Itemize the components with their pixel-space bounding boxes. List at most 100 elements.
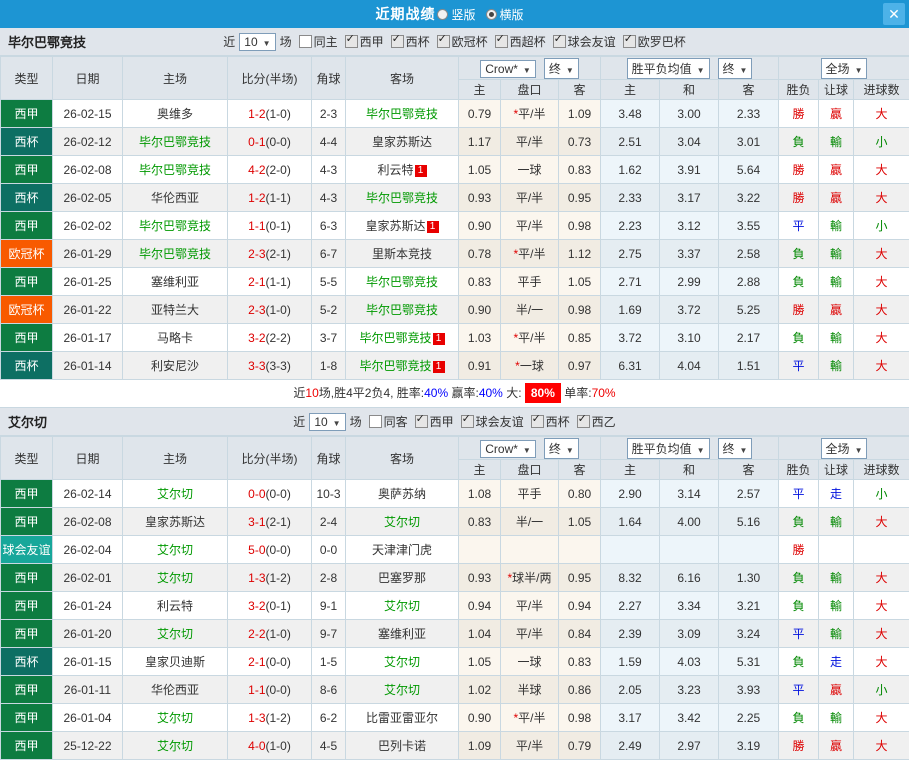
league-checkbox-3[interactable] (577, 415, 590, 428)
bookmaker-final-select[interactable]: 终▼ (544, 58, 579, 79)
team-label: 毕尔巴鄂竞技 (139, 135, 211, 149)
column-subheader: 胜负 (779, 80, 819, 100)
same-venue-checkbox[interactable] (299, 35, 312, 48)
half-score: (1-0) (266, 627, 291, 641)
avg-away-odds: 2.88 (719, 268, 779, 296)
odds-away: 0.97 (559, 352, 601, 380)
odds-home: 1.05 (459, 648, 501, 676)
away-team: 艾尔切 (346, 508, 459, 536)
match-row: 西甲26-01-25塞维利亚2-1(1-1)5-5毕尔巴鄂竞技0.83平手1.0… (1, 268, 909, 296)
avg-away-odds: 5.16 (719, 508, 779, 536)
handicap-outcome: 輸 (819, 240, 854, 268)
dropdown-arrow-icon: ▼ (263, 39, 271, 48)
odds-away: 0.79 (559, 732, 601, 760)
league-checkbox-2[interactable] (531, 415, 544, 428)
match-date: 26-02-12 (53, 128, 123, 156)
radio-icon (486, 9, 497, 20)
league-checkbox-4[interactable] (553, 35, 566, 48)
column-header: 类型 (1, 57, 53, 100)
scope-header-group: 全场▼ (779, 57, 909, 80)
avg-home-odds: 2.39 (601, 620, 660, 648)
full-score: 1-3 (248, 571, 265, 585)
average-select[interactable]: 胜平负均值▼ (627, 58, 710, 79)
team-sections: 毕尔巴鄂竞技近10▼场同主西甲西杯欧冠杯西超杯球会友谊欧罗巴杯类型日期主场比分(… (0, 28, 909, 760)
close-button[interactable]: ✕ (883, 3, 905, 25)
corner-count: 10-3 (312, 480, 346, 508)
handicap: 平/半 (501, 128, 559, 156)
match-row: 西杯26-02-05华伦西亚1-2(1-1)4-3毕尔巴鄂竞技0.93平/半0.… (1, 184, 909, 212)
goals-outcome: 大 (854, 704, 909, 732)
dropdown-arrow-icon: ▼ (740, 66, 748, 75)
dropdown-arrow-icon: ▼ (333, 419, 341, 428)
home-team: 艾尔切 (123, 732, 228, 760)
odds-home: 0.93 (459, 564, 501, 592)
dropdown-arrow-icon: ▼ (697, 66, 705, 75)
league-checkbox-1[interactable] (391, 35, 404, 48)
avg-home-odds: 6.31 (601, 352, 660, 380)
match-row: 西甲25-12-22艾尔切4-0(1-0)4-5巴列卡诺1.09平/半0.792… (1, 732, 909, 760)
avg-draw-odds: 4.04 (660, 352, 719, 380)
team-label: 亚特兰大 (151, 303, 199, 317)
radio-label: 竖版 (451, 6, 475, 23)
scope-select[interactable]: 全场▼ (821, 438, 868, 459)
avg-home-odds: 1.64 (601, 508, 660, 536)
match-count-select[interactable]: 10▼ (239, 33, 275, 51)
league-checkbox-5[interactable] (623, 35, 636, 48)
average-select[interactable]: 胜平负均值▼ (627, 438, 710, 459)
match-score: 3-2(2-2) (228, 324, 312, 352)
goals-outcome: 大 (854, 100, 909, 128)
column-header: 主场 (123, 437, 228, 480)
goals-outcome: 大 (854, 592, 909, 620)
avg-draw-odds (660, 536, 719, 564)
league-checkbox-0[interactable] (415, 415, 428, 428)
league-checkbox-3[interactable] (495, 35, 508, 48)
match-count-select[interactable]: 10▼ (309, 413, 345, 431)
league-checkbox-1[interactable] (461, 415, 474, 428)
odds-home: 0.83 (459, 268, 501, 296)
league-checkbox-0[interactable] (345, 35, 358, 48)
avg-home-odds: 3.17 (601, 704, 660, 732)
corner-count: 1-5 (312, 648, 346, 676)
odds-away: 0.83 (559, 648, 601, 676)
column-subheader: 主 (601, 460, 660, 480)
handicap-label: 平/半 (518, 331, 545, 345)
bookmaker-select[interactable]: Crow*▼ (480, 440, 536, 458)
handicap-outcome: 輸 (819, 564, 854, 592)
bookmaker-final-select[interactable]: 终▼ (544, 438, 579, 459)
average-final-select[interactable]: 终▼ (718, 438, 753, 459)
odds-home: 1.03 (459, 324, 501, 352)
handicap-label: 平手 (517, 487, 541, 501)
team-label: 艾尔切 (157, 543, 193, 557)
league-label: 西乙 (592, 413, 616, 430)
odds-home: 1.05 (459, 156, 501, 184)
match-row: 西甲26-01-17马略卡3-2(2-2)3-7毕尔巴鄂竞技11.03*平/半0… (1, 324, 909, 352)
away-team: 毕尔巴鄂竞技 (346, 296, 459, 324)
same-venue-checkbox[interactable] (369, 415, 382, 428)
handicap: *平/半 (501, 240, 559, 268)
layout-radio-horizontal[interactable]: 横版 (486, 6, 524, 23)
match-row: 西甲26-01-20艾尔切2-2(1-0)9-7塞维利亚1.04平/半0.842… (1, 620, 909, 648)
handicap-label: 平/半 (516, 219, 543, 233)
full-score: 3-2 (248, 331, 265, 345)
home-team: 皇家苏斯达 (123, 508, 228, 536)
league-type: 西甲 (1, 268, 53, 296)
column-header: 比分(半场) (228, 437, 312, 480)
odds-home: 1.02 (459, 676, 501, 704)
avg-draw-odds: 3.09 (660, 620, 719, 648)
match-score: 3-1(2-1) (228, 508, 312, 536)
league-checkbox-2[interactable] (437, 35, 450, 48)
goals-outcome: 小 (854, 212, 909, 240)
column-subheader: 盘口 (501, 460, 559, 480)
half-score: (0-0) (266, 487, 291, 501)
card-badge: 1 (433, 333, 445, 345)
league-label: 球会友谊 (568, 33, 616, 50)
average-final-select[interactable]: 终▼ (718, 58, 753, 79)
avg-home-odds: 1.59 (601, 648, 660, 676)
odds-away: 0.73 (559, 128, 601, 156)
layout-radio-vertical[interactable]: 竖版 (437, 6, 475, 23)
bookmaker-select[interactable]: Crow*▼ (480, 60, 536, 78)
corner-count: 5-2 (312, 296, 346, 324)
avg-home-odds: 3.72 (601, 324, 660, 352)
match-row: 西甲26-02-15奥维多1-2(1-0)2-3毕尔巴鄂竞技0.79*平/半1.… (1, 100, 909, 128)
scope-select[interactable]: 全场▼ (821, 58, 868, 79)
